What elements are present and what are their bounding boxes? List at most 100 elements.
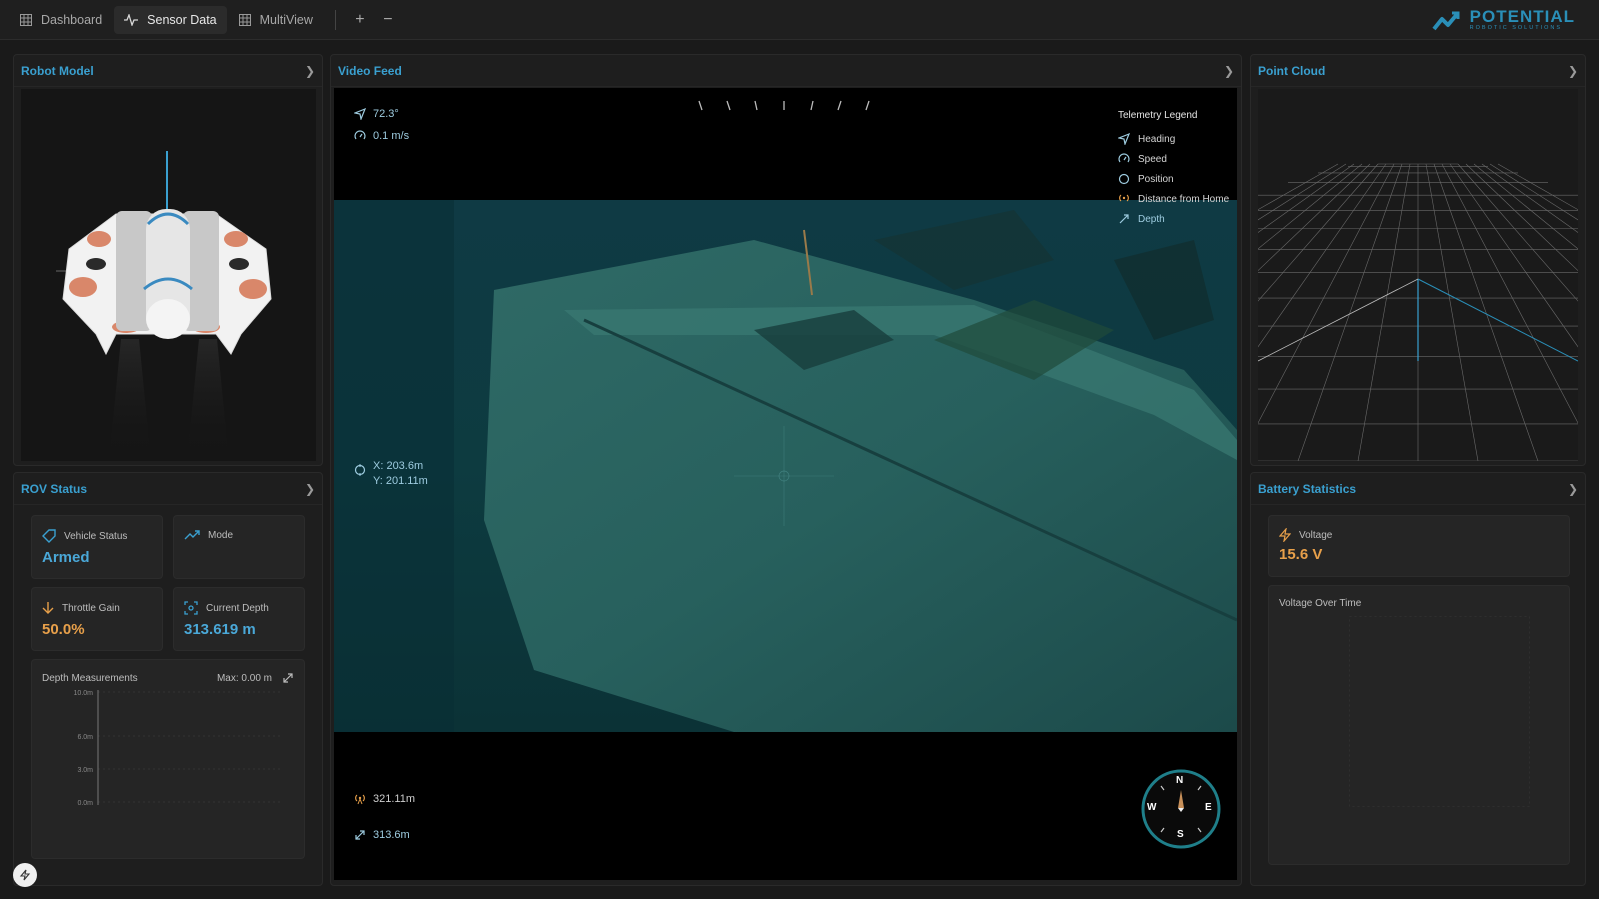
position-x: X: 203.6m xyxy=(373,460,424,472)
throttle-value: 50.0% xyxy=(42,621,85,638)
distance-home-value: 321.11m xyxy=(373,793,415,805)
point-cloud-view[interactable] xyxy=(467,89,1599,662)
vehicle-status-value: Armed xyxy=(42,549,90,566)
depth-chart-title: Depth Measurements xyxy=(42,673,138,684)
panel-title: Point Cloud xyxy=(1258,63,1326,78)
depth-chart-card: Depth Measurements Max: 0.00 m 10.0m 6.0m… xyxy=(31,659,305,859)
add-view-button[interactable]: + xyxy=(346,6,374,34)
telemetry-legend: Telemetry Legend Heading Speed Position … xyxy=(1118,110,1229,229)
grid-icon xyxy=(20,13,32,26)
legend-item-heading: Heading xyxy=(1118,129,1229,149)
position-readout: X: 203.6m Y: 201.11m xyxy=(354,460,428,487)
panel-title: Video Feed xyxy=(338,63,402,78)
speed-value: 0.1 m/s xyxy=(373,130,410,142)
compass-e: E xyxy=(1205,802,1212,813)
legend-title: Telemetry Legend xyxy=(1118,110,1198,121)
panel-header: Video Feed ❯ xyxy=(331,55,1241,87)
expand-icon[interactable] xyxy=(282,672,294,684)
radio-tower-icon xyxy=(355,794,365,805)
compass-w: W xyxy=(1147,802,1157,813)
chevron-right-icon[interactable]: ❯ xyxy=(305,482,315,496)
depth-chart-max: Max: 0.00 m xyxy=(216,673,272,684)
vehicle-status-label: Vehicle Status xyxy=(64,530,128,542)
panel-header: Battery Statistics ❯ xyxy=(1251,473,1585,505)
mode-card: Mode xyxy=(173,515,305,579)
tab-dashboard[interactable]: Dashboard xyxy=(10,6,112,34)
point-cloud-panel: Point Cloud ❯ xyxy=(467,54,1599,662)
top-bar: Dashboard Sensor Data MultiView + − POTE… xyxy=(0,0,1599,40)
chevron-right-icon[interactable]: ❯ xyxy=(1568,482,1578,496)
current-depth-card: Current Depth 313.619 m xyxy=(173,587,305,651)
tab-label: Sensor Data xyxy=(147,12,217,27)
depth-tick-label: 3.0m xyxy=(77,767,93,774)
brand-logo: POTENTIAL ROBOTIC SOLUTIONS xyxy=(1432,8,1575,32)
compass-s: S xyxy=(1177,829,1184,840)
throttle-label: Throttle Gain xyxy=(62,602,120,614)
crosshair-icon xyxy=(1118,173,1130,185)
radio-tower-icon xyxy=(1119,194,1129,202)
depth-chart: 10.0m 6.0m 3.0m 0.0m xyxy=(74,690,282,807)
lightning-icon xyxy=(1279,528,1291,542)
tab-label: Dashboard xyxy=(41,12,103,27)
toolbar-divider xyxy=(334,9,336,30)
depth-video-value: 313.6m xyxy=(373,829,410,841)
compass-n: N xyxy=(1176,775,1184,786)
heading-readout: 72.3° xyxy=(354,108,399,120)
voltage-value: 15.6 V xyxy=(1279,546,1323,563)
arrow-down-icon xyxy=(42,602,54,614)
logo-subtext: ROBOTIC SOLUTIONS xyxy=(1469,25,1563,31)
compass: N S E W xyxy=(1140,768,1222,850)
throttle-card: Throttle Gain 50.0% xyxy=(31,587,163,651)
panel-header: Robot Model ❯ xyxy=(14,55,322,87)
tab-sensor-data[interactable]: Sensor Data xyxy=(114,5,227,34)
logo-mark-icon xyxy=(1432,11,1460,31)
underwater-scene xyxy=(334,200,1237,732)
lightning-icon xyxy=(19,869,31,881)
robot-model-view[interactable] xyxy=(21,89,316,461)
vehicle-status-card: Vehicle Status Armed xyxy=(31,515,163,579)
legend-item-distance-home: Distance from Home xyxy=(1118,189,1229,209)
tab-label: MultiView xyxy=(259,12,313,27)
gauge-icon xyxy=(1118,153,1130,163)
logo-text: POTENTIAL xyxy=(1469,7,1575,26)
robot-model-panel: Robot Model ❯ xyxy=(13,54,323,466)
legend-item-depth: Depth xyxy=(1118,209,1229,229)
focus-icon xyxy=(184,601,198,615)
legend-item-speed: Speed xyxy=(1118,149,1229,169)
legend-item-position: Position xyxy=(1118,169,1229,189)
expand-icon xyxy=(355,830,365,840)
heading-value: 72.3° xyxy=(373,108,399,120)
navigation-icon xyxy=(354,108,366,120)
depth-label: Current Depth xyxy=(206,602,269,614)
navigation-icon xyxy=(1118,133,1130,145)
point-cloud-grid xyxy=(467,163,1599,662)
voltage-chart-title: Voltage Over Time xyxy=(1279,598,1362,609)
voltage-chart-area xyxy=(1349,616,1530,807)
tab-multiview[interactable]: MultiView xyxy=(229,6,323,34)
trend-up-icon xyxy=(184,530,200,540)
gauge-icon xyxy=(354,130,366,140)
crosshair-icon xyxy=(354,464,366,476)
video-frame[interactable]: 72.3° 0.1 m/s X: 203.6m Y: 201.11m 321.1… xyxy=(334,88,1237,880)
chevron-right-icon[interactable]: ❯ xyxy=(1568,64,1578,78)
panel-title: Robot Model xyxy=(21,63,94,78)
panel-header: ROV Status ❯ xyxy=(14,473,322,505)
chevron-right-icon[interactable]: ❯ xyxy=(1224,64,1234,78)
voltage-card: Voltage 15.6 V xyxy=(1268,515,1570,577)
tag-icon xyxy=(42,529,56,543)
panel-title: ROV Status xyxy=(21,481,88,496)
rov-model-render xyxy=(56,151,272,461)
activity-icon xyxy=(124,13,139,26)
position-y: Y: 201.11m xyxy=(373,475,428,487)
rov-status-panel: ROV Status ❯ Vehicle Status Armed Mode T… xyxy=(13,472,323,886)
depth-tick-label: 6.0m xyxy=(77,734,93,741)
battery-panel: Battery Statistics ❯ Voltage 15.6 V Volt… xyxy=(1250,472,1586,886)
distance-home-readout: 321.11m xyxy=(354,793,415,805)
depth-readout: 313.6m xyxy=(354,829,410,841)
grid-icon xyxy=(238,13,251,26)
remove-view-button[interactable]: − xyxy=(374,6,402,34)
panel-title: Battery Statistics xyxy=(1258,481,1357,496)
chevron-right-icon[interactable]: ❯ xyxy=(305,64,315,78)
speed-readout: 0.1 m/s xyxy=(354,130,409,142)
quick-action-button[interactable] xyxy=(13,863,37,887)
